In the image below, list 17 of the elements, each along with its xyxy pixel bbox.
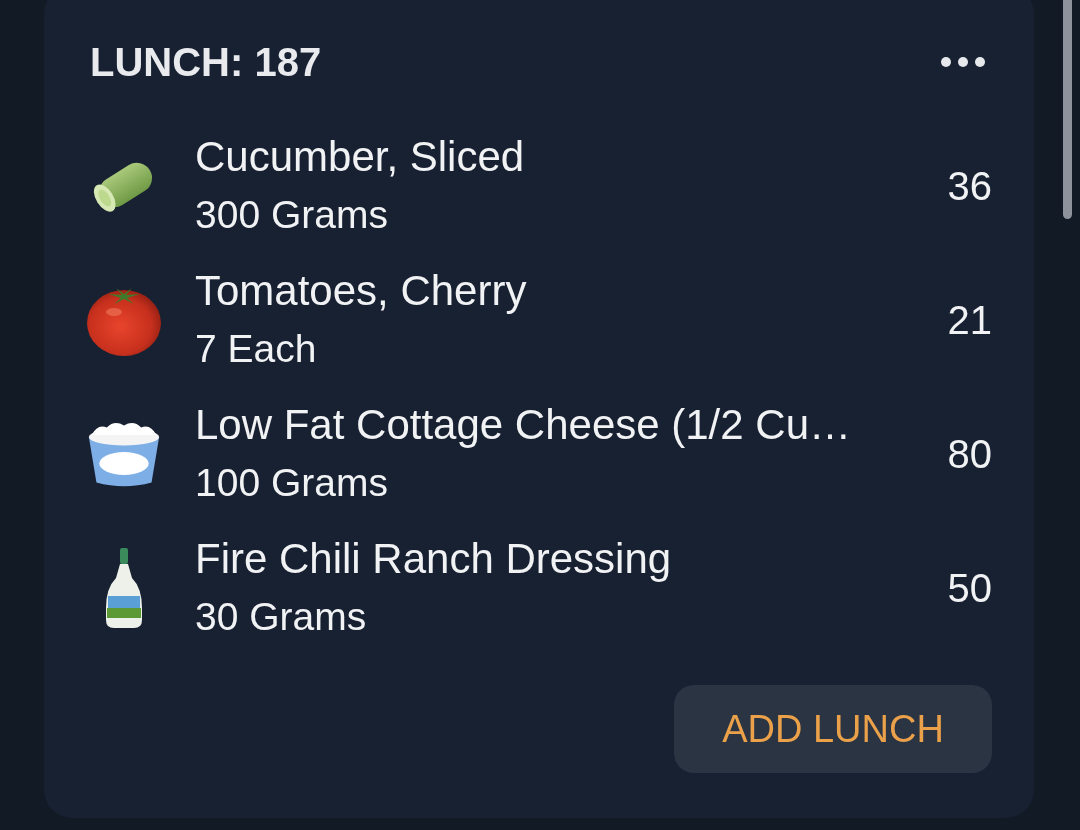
food-name: Cucumber, Sliced (195, 132, 526, 182)
more-icon[interactable] (941, 57, 985, 67)
food-calories: 50 (947, 565, 992, 612)
meal-title: LUNCH: 187 (90, 39, 322, 86)
food-amount: 30 Grams (195, 594, 368, 640)
food-amount: 7 Each (195, 326, 318, 372)
food-calories: 80 (947, 431, 992, 478)
food-calories: 36 (947, 163, 992, 210)
food-amount: 100 Grams (195, 460, 389, 506)
food-calories: 21 (947, 297, 992, 344)
food-amount: 300 Grams (195, 192, 389, 238)
food-name: Low Fat Cottage Cheese (1/2 Cu… (195, 400, 852, 450)
dressing-bottle-icon (104, 548, 144, 628)
food-name: Fire Chili Ranch Dressing (195, 534, 673, 584)
scrollbar-thumb[interactable] (1063, 0, 1072, 219)
add-lunch-button[interactable]: ADD LUNCH (674, 685, 992, 773)
food-name: Tomatoes, Cherry (195, 266, 528, 316)
